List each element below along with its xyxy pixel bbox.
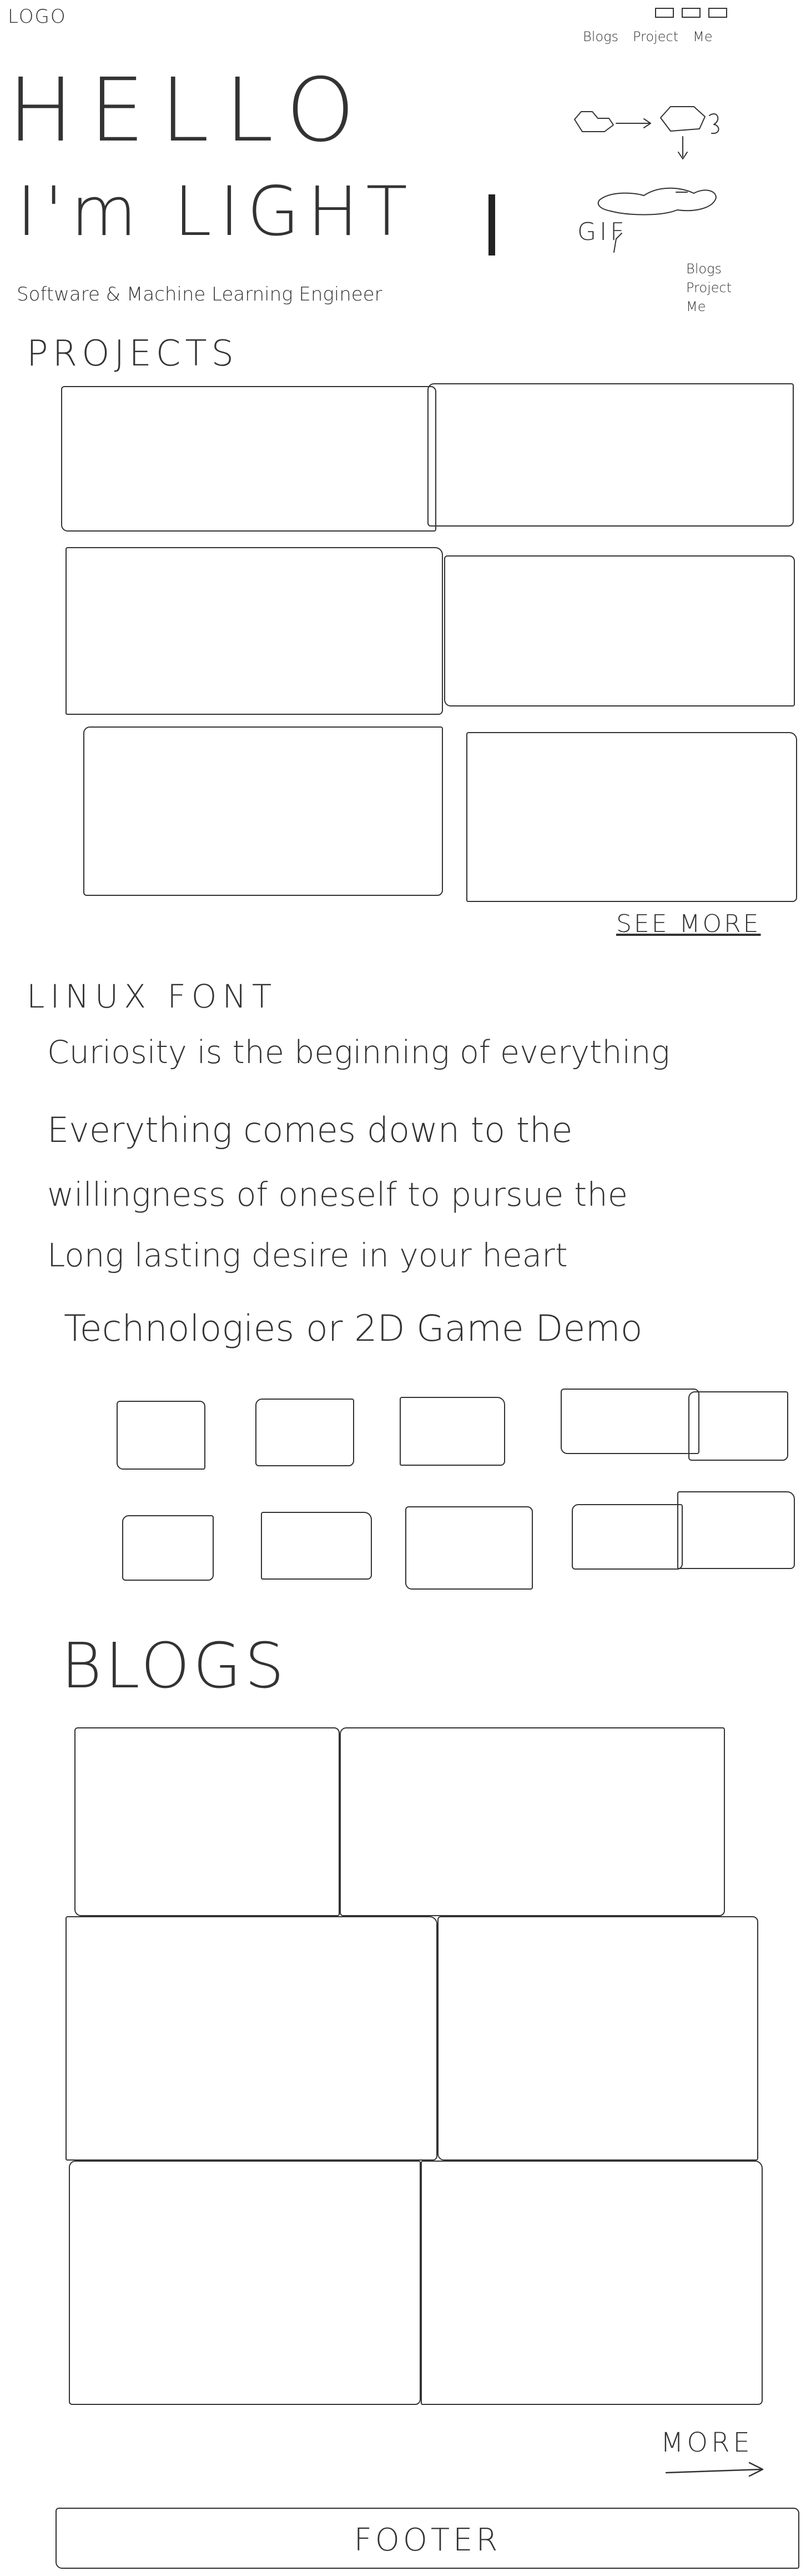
page: LOGO Blogs Project Me HELLO I'm LIGHT So… — [0, 0, 806, 2576]
footer: FOOTER — [56, 2508, 799, 2569]
arrow-right-icon — [665, 2462, 764, 2477]
footer-label: FOOTER — [354, 2522, 501, 2558]
